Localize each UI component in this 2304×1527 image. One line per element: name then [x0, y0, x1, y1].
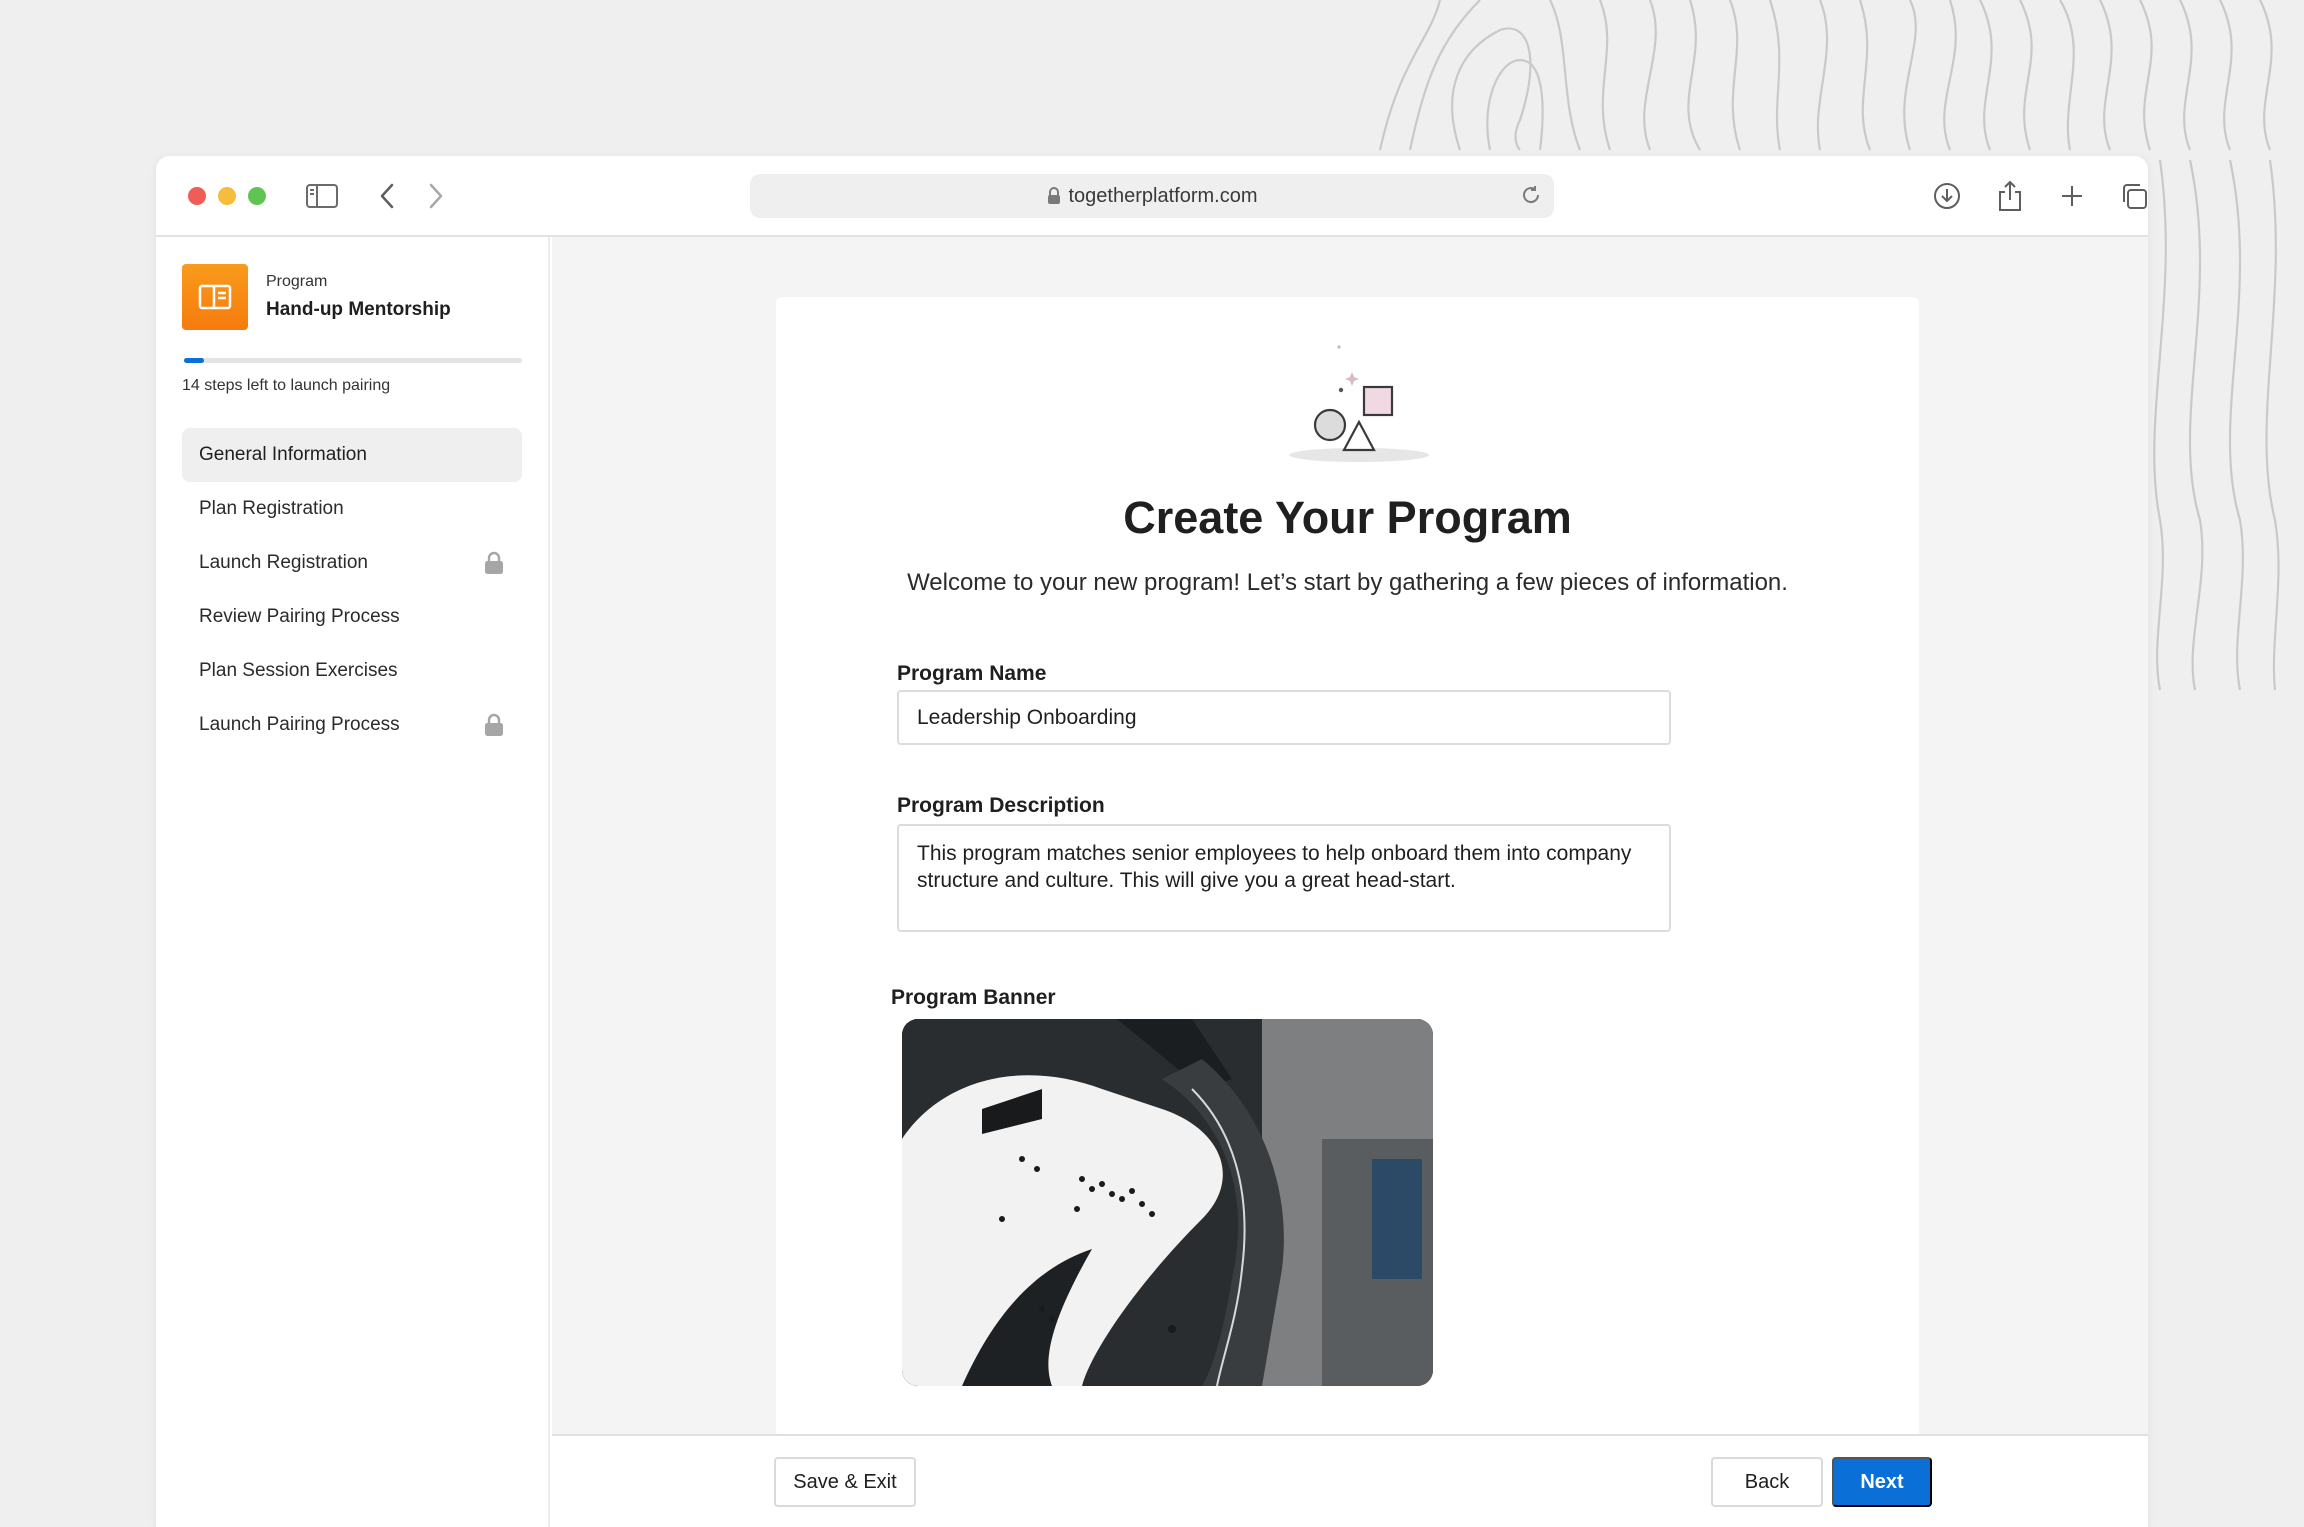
address-bar[interactable]: togetherplatform.com [750, 174, 1554, 218]
page-title: Create Your Program [1123, 492, 1572, 543]
launch-progress-bar [184, 358, 522, 363]
program-sidebar: Program Hand-up Mentorship 14 steps left… [156, 237, 550, 1527]
close-window-button[interactable] [188, 187, 206, 205]
reload-icon[interactable] [1520, 184, 1542, 212]
nav-item-label: General Information [199, 444, 367, 465]
new-tab-icon[interactable] [2052, 176, 2092, 216]
nav-item-label: Launch Pairing Process [199, 714, 400, 735]
nav-item-label: Review Pairing Process [199, 606, 400, 627]
program-name-label: Program Name [897, 662, 1047, 685]
shapes-illustration-icon [1289, 345, 1429, 462]
program-icon [182, 264, 248, 330]
nav-item-plan-registration[interactable]: Plan Registration [182, 482, 522, 536]
forward-nav-icon[interactable] [416, 176, 456, 216]
footer-actions: Save & Exit Back Next [552, 1434, 2148, 1527]
nav-item-launch-pairing-process[interactable]: Launch Pairing Process [182, 698, 522, 752]
back-nav-icon[interactable] [367, 176, 407, 216]
back-button[interactable]: Back [1711, 1457, 1823, 1507]
sidebar-toggle-icon[interactable] [302, 176, 342, 216]
share-icon[interactable] [1990, 176, 2030, 216]
main-content: Create Your Program Welcome to your new … [552, 237, 2148, 1527]
steps-left-text: 14 steps left to launch pairing [182, 377, 391, 394]
launch-progress-fill [184, 358, 205, 363]
step-nav: General Information Plan Registration La… [182, 428, 522, 752]
nav-item-plan-session-exercises[interactable]: Plan Session Exercises [182, 644, 522, 698]
save-exit-button[interactable]: Save & Exit [774, 1457, 916, 1507]
nav-item-review-pairing-process[interactable]: Review Pairing Process [182, 590, 522, 644]
program-name-input[interactable]: Leadership Onboarding [897, 690, 1671, 745]
url-text: togetherplatform.com [1068, 184, 1258, 207]
banner-atrium-photo [902, 1019, 1433, 1386]
nav-item-label: Launch Registration [199, 552, 368, 573]
program-kicker: Program [266, 273, 328, 290]
program-name: Hand-up Mentorship [266, 299, 451, 320]
next-button[interactable]: Next [1832, 1457, 1932, 1507]
lock-icon [484, 551, 504, 575]
create-program-card: Create Your Program Welcome to your new … [776, 297, 1919, 1437]
minimize-window-button[interactable] [218, 187, 236, 205]
browser-window: togetherplatform.com Program Hand-up Men… [156, 156, 2148, 1527]
program-banner-label: Program Banner [891, 986, 1056, 1009]
nav-item-label: Plan Registration [199, 498, 344, 519]
page-subtitle: Welcome to your new program! Let’s start… [907, 569, 1788, 596]
download-icon[interactable] [1927, 176, 1967, 216]
nav-item-launch-registration[interactable]: Launch Registration [182, 536, 522, 590]
zoom-window-button[interactable] [248, 187, 266, 205]
nav-item-label: Plan Session Exercises [199, 660, 398, 681]
nav-item-general-information[interactable]: General Information [182, 428, 522, 482]
tab-overview-icon[interactable] [2114, 176, 2148, 216]
lock-icon [1047, 187, 1061, 205]
browser-toolbar: togetherplatform.com [156, 156, 2148, 237]
program-banner-image[interactable] [902, 1019, 1433, 1386]
program-description-label: Program Description [897, 794, 1105, 817]
program-description-textarea[interactable]: This program matches senior employees to… [897, 824, 1671, 932]
lock-icon [484, 713, 504, 737]
